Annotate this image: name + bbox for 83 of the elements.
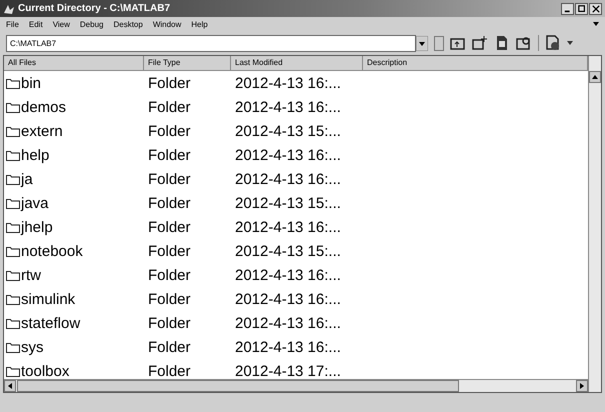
table-cell[interactable]: ja <box>21 170 33 188</box>
column-header[interactable]: Description <box>363 56 588 71</box>
table-cell: Folder <box>148 266 191 284</box>
table-cell: Folder <box>148 170 191 188</box>
horizontal-scrollbar[interactable] <box>4 379 588 392</box>
folder-icon <box>6 78 20 88</box>
minimize-button[interactable] <box>561 2 574 14</box>
folder-icon <box>6 150 20 160</box>
column-header[interactable]: All Files <box>4 56 144 71</box>
table-cell[interactable]: demos <box>21 98 66 116</box>
folder-icon <box>6 246 20 256</box>
maximize-button[interactable] <box>575 2 588 14</box>
menu-item[interactable]: File <box>6 20 19 28</box>
table-cell: 2012-4-13 16:... <box>235 290 341 308</box>
table-cell: Folder <box>148 362 191 379</box>
menu-item[interactable]: Help <box>191 20 208 28</box>
table-cell[interactable]: stateflow <box>21 314 80 332</box>
table-cell[interactable]: help <box>21 146 50 164</box>
menu-item[interactable]: View <box>52 20 70 28</box>
scroll-left-icon[interactable] <box>8 383 12 389</box>
table-cell: Folder <box>148 338 191 356</box>
table-cell[interactable]: extern <box>21 122 63 140</box>
menu-item[interactable]: Debug <box>80 20 104 28</box>
table-cell[interactable]: sys <box>21 338 44 356</box>
column-header[interactable]: Last Modified <box>231 56 363 71</box>
table-cell: Folder <box>148 290 191 308</box>
table-cell: 2012-4-13 15:... <box>235 242 341 260</box>
table-cell: Folder <box>148 122 191 140</box>
close-icon <box>592 4 600 12</box>
folder-icon <box>6 366 20 376</box>
table-cell: Folder <box>148 194 191 212</box>
table-cell[interactable]: jhelp <box>21 218 53 236</box>
scroll-up-icon[interactable] <box>592 75 598 79</box>
table-cell: Folder <box>148 146 191 164</box>
table-cell: 2012-4-13 15:... <box>235 122 341 140</box>
table-cell: 2012-4-13 16:... <box>235 98 341 116</box>
find-icon[interactable] <box>516 35 532 51</box>
browse-button[interactable] <box>434 36 444 50</box>
table-cell: 2012-4-13 16:... <box>235 146 341 164</box>
table-cell: 2012-4-13 17:... <box>235 362 341 379</box>
folder-icon <box>6 294 20 304</box>
folder-icon <box>6 102 20 112</box>
menu-item[interactable]: Window <box>152 20 182 28</box>
table-cell[interactable]: java <box>21 194 49 212</box>
table-cell: 2012-4-13 16:... <box>235 266 341 284</box>
table-cell[interactable]: simulink <box>21 290 76 308</box>
dropdown-arrow-icon[interactable] <box>416 36 428 50</box>
table-cell: 2012-4-13 15:... <box>235 194 341 212</box>
table-cell: 2012-4-13 16:... <box>235 74 341 92</box>
folder-icon <box>6 126 20 136</box>
document-icon[interactable] <box>494 35 510 51</box>
table-cell: 2012-4-13 16:... <box>235 314 341 332</box>
close-button[interactable] <box>589 2 602 14</box>
table-cell: 2012-4-13 16:... <box>235 338 341 356</box>
table-cell[interactable]: bin <box>21 74 42 92</box>
caret-icon[interactable] <box>567 41 573 45</box>
table-cell: Folder <box>148 74 191 92</box>
folder-icon <box>6 222 20 232</box>
vertical-scrollbar[interactable] <box>588 56 601 392</box>
table-cell: Folder <box>148 314 191 332</box>
window-title: Current Directory - C:\MATLAB7 <box>18 3 170 14</box>
app-icon <box>3 2 15 14</box>
path-field[interactable]: C:\MATLAB7 <box>6 34 416 52</box>
table-cell: Folder <box>148 98 191 116</box>
table-cell: 2012-4-13 16:... <box>235 218 341 236</box>
menu-item[interactable]: Desktop <box>113 20 143 28</box>
folder-icon <box>6 270 20 280</box>
column-header[interactable]: File Type <box>144 56 231 71</box>
new-folder-icon[interactable] <box>472 35 488 51</box>
table-cell: 2012-4-13 16:... <box>235 170 341 188</box>
table-cell: Folder <box>148 218 191 236</box>
folder-icon <box>6 198 20 208</box>
table-cell: Folder <box>148 242 191 260</box>
table-cell[interactable]: toolbox <box>21 362 70 379</box>
folder-icon <box>6 318 20 328</box>
scroll-right-icon[interactable] <box>580 383 584 389</box>
dock-arrow-icon[interactable] <box>593 22 599 26</box>
table-cell[interactable]: notebook <box>21 242 83 260</box>
folder-icon <box>6 174 20 184</box>
menu-item[interactable]: Edit <box>28 20 43 28</box>
table-cell[interactable]: rtw <box>21 266 41 284</box>
maximize-icon <box>578 4 586 12</box>
folder-icon <box>6 342 20 352</box>
